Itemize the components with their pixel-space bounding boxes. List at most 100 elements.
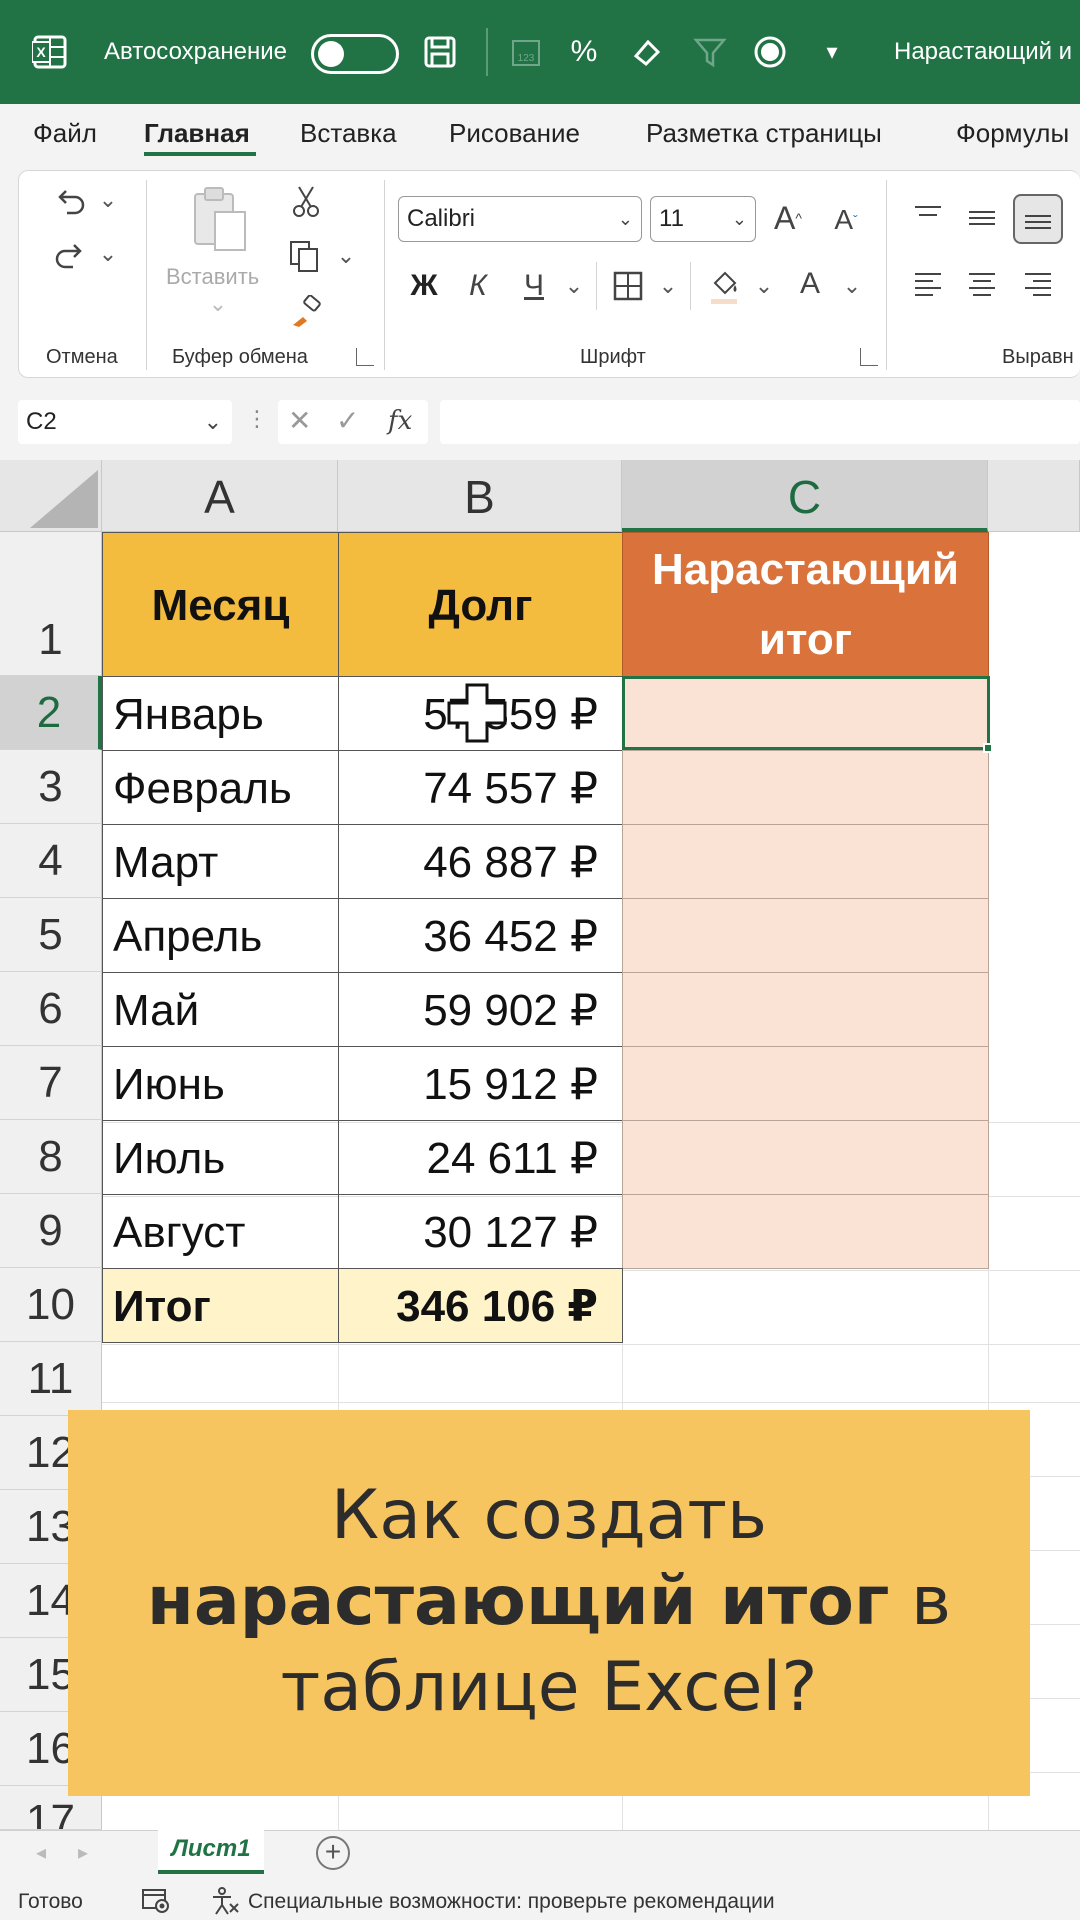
column-header-d[interactable] [988,460,1080,532]
borders-dropdown-icon[interactable]: ⌄ [656,273,680,298]
table-cell-debt[interactable]: 74 557 ₽ [338,750,623,825]
copy-icon[interactable] [284,236,324,276]
eraser-icon[interactable] [624,30,668,74]
align-middle-icon[interactable] [962,198,1002,238]
accessibility-icon[interactable] [210,1886,240,1920]
undo-dropdown-icon[interactable]: ⌄ [96,187,120,212]
row-header-3[interactable]: 3 [0,750,102,824]
copy-dropdown-icon[interactable]: ⌄ [334,243,358,268]
tab-page-layout[interactable]: Разметка страницы [646,118,882,149]
paste-label[interactable]: Вставить [166,264,259,290]
row-header-8[interactable]: 8 [0,1120,102,1194]
formula-input[interactable] [440,400,1080,444]
tab-insert[interactable]: Вставка [300,118,397,149]
fill-color-icon[interactable] [702,262,746,310]
underline-button[interactable]: Ч [514,264,554,308]
header-cell-running-total[interactable]: Нарастающий итог [622,532,989,677]
header-cell-debt[interactable]: Долг [338,532,623,677]
align-left-icon[interactable] [908,264,948,304]
bold-button[interactable]: Ж [404,264,444,308]
customize-dropdown-icon[interactable]: ▾ [810,30,854,74]
record-icon[interactable] [748,30,792,74]
fill-color-dropdown-icon[interactable]: ⌄ [752,273,776,298]
table-cell-month[interactable]: Август [102,1194,339,1269]
row-header-1[interactable]: 1 [0,532,102,676]
row-header-2[interactable]: 2 [0,676,102,750]
column-header-c[interactable]: C [622,460,988,532]
save-icon[interactable] [418,30,462,74]
autosave-toggle[interactable] [311,34,399,74]
row-header-4[interactable]: 4 [0,824,102,898]
clipboard-launcher-icon[interactable] [356,348,374,366]
total-label-cell[interactable]: Итог [102,1268,339,1343]
increase-font-icon[interactable]: A ^ [768,196,808,240]
table-cell-debt[interactable]: 24 611 ₽ [338,1120,623,1195]
select-all-corner[interactable] [0,460,102,532]
row-header-10[interactable]: 10 [0,1268,102,1342]
column-header-b[interactable]: B [338,460,622,532]
font-name-select[interactable]: Calibri ⌄ [398,196,642,242]
table-cell-running-total[interactable] [622,824,989,899]
table-cell-month[interactable]: Апрель [102,898,339,973]
table-cell-running-total[interactable] [622,1194,989,1269]
next-sheet-icon[interactable]: ▸ [78,1840,88,1865]
table-cell-month[interactable]: Июнь [102,1046,339,1121]
align-right-icon[interactable] [1018,264,1058,304]
paste-icon[interactable] [186,182,256,256]
row-header-7[interactable]: 7 [0,1046,102,1120]
align-center-icon[interactable] [962,264,1002,304]
macro-record-icon[interactable] [140,1886,172,1920]
accessibility-status[interactable]: Специальные возможности: проверьте реком… [248,1890,775,1914]
align-top-icon[interactable] [908,196,948,236]
font-color-icon[interactable]: A [790,262,830,306]
italic-button[interactable]: К [458,264,498,308]
cut-icon[interactable] [286,182,326,222]
table-cell-debt[interactable]: 30 127 ₽ [338,1194,623,1269]
redo-dropdown-icon[interactable]: ⌄ [96,241,120,266]
redo-icon[interactable] [48,234,92,278]
table-cell-running-total[interactable] [622,750,989,825]
name-box[interactable]: C2 ⌄ [18,400,232,444]
table-cell-running-total[interactable] [622,898,989,973]
table-cell-debt[interactable]: 36 452 ₽ [338,898,623,973]
row-header-6[interactable]: 6 [0,972,102,1046]
table-cell-month[interactable]: Июль [102,1120,339,1195]
tab-file[interactable]: Файл [33,118,97,149]
previous-sheet-icon[interactable]: ◂ [36,1840,46,1865]
insert-function-icon[interactable]: fx [388,406,412,436]
table-cell-debt[interactable]: 59 902 ₽ [338,972,623,1047]
table-cell-month[interactable]: Май [102,972,339,1047]
table-cell-running-total[interactable] [622,972,989,1047]
tab-formulas[interactable]: Формулы [956,118,1069,149]
total-value-cell[interactable]: 346 106 ₽ [338,1268,623,1343]
add-sheet-icon[interactable]: + [316,1836,350,1870]
fill-handle[interactable] [983,743,993,753]
tab-home[interactable]: Главная [144,118,250,149]
font-color-dropdown-icon[interactable]: ⌄ [840,273,864,298]
underline-dropdown-icon[interactable]: ⌄ [562,273,586,298]
align-bottom-icon[interactable] [1018,200,1058,240]
decrease-font-icon[interactable]: Aˇ [826,198,866,242]
enter-icon[interactable]: ✓ [336,404,359,437]
row-header-5[interactable]: 5 [0,898,102,972]
font-launcher-icon[interactable] [860,348,878,366]
table-cell-running-total[interactable] [622,1046,989,1121]
tab-draw[interactable]: Рисование [449,118,580,149]
table-cell-month[interactable]: Март [102,824,339,899]
table-cell-debt[interactable]: 15 912 ₽ [338,1046,623,1121]
borders-icon[interactable] [606,264,650,308]
sheet-tab-active[interactable]: Лист1 [158,1826,264,1874]
format-painter-icon[interactable] [286,292,326,332]
font-size-select[interactable]: 11 ⌄ [650,196,756,242]
filter-icon[interactable] [688,30,732,74]
table-cell-month[interactable]: Февраль [102,750,339,825]
undo-icon[interactable] [48,180,92,224]
table-cell-month[interactable]: Январь [102,676,339,751]
column-header-a[interactable]: A [102,460,338,532]
table-cell-debt[interactable]: 46 887 ₽ [338,824,623,899]
table-cell-running-total[interactable] [622,1120,989,1195]
cancel-icon[interactable]: ✕ [288,404,311,437]
paste-dropdown-icon[interactable]: ⌄ [208,291,228,316]
percent-icon[interactable]: % [562,30,606,74]
more-options-icon[interactable]: ⋮ [246,406,268,432]
